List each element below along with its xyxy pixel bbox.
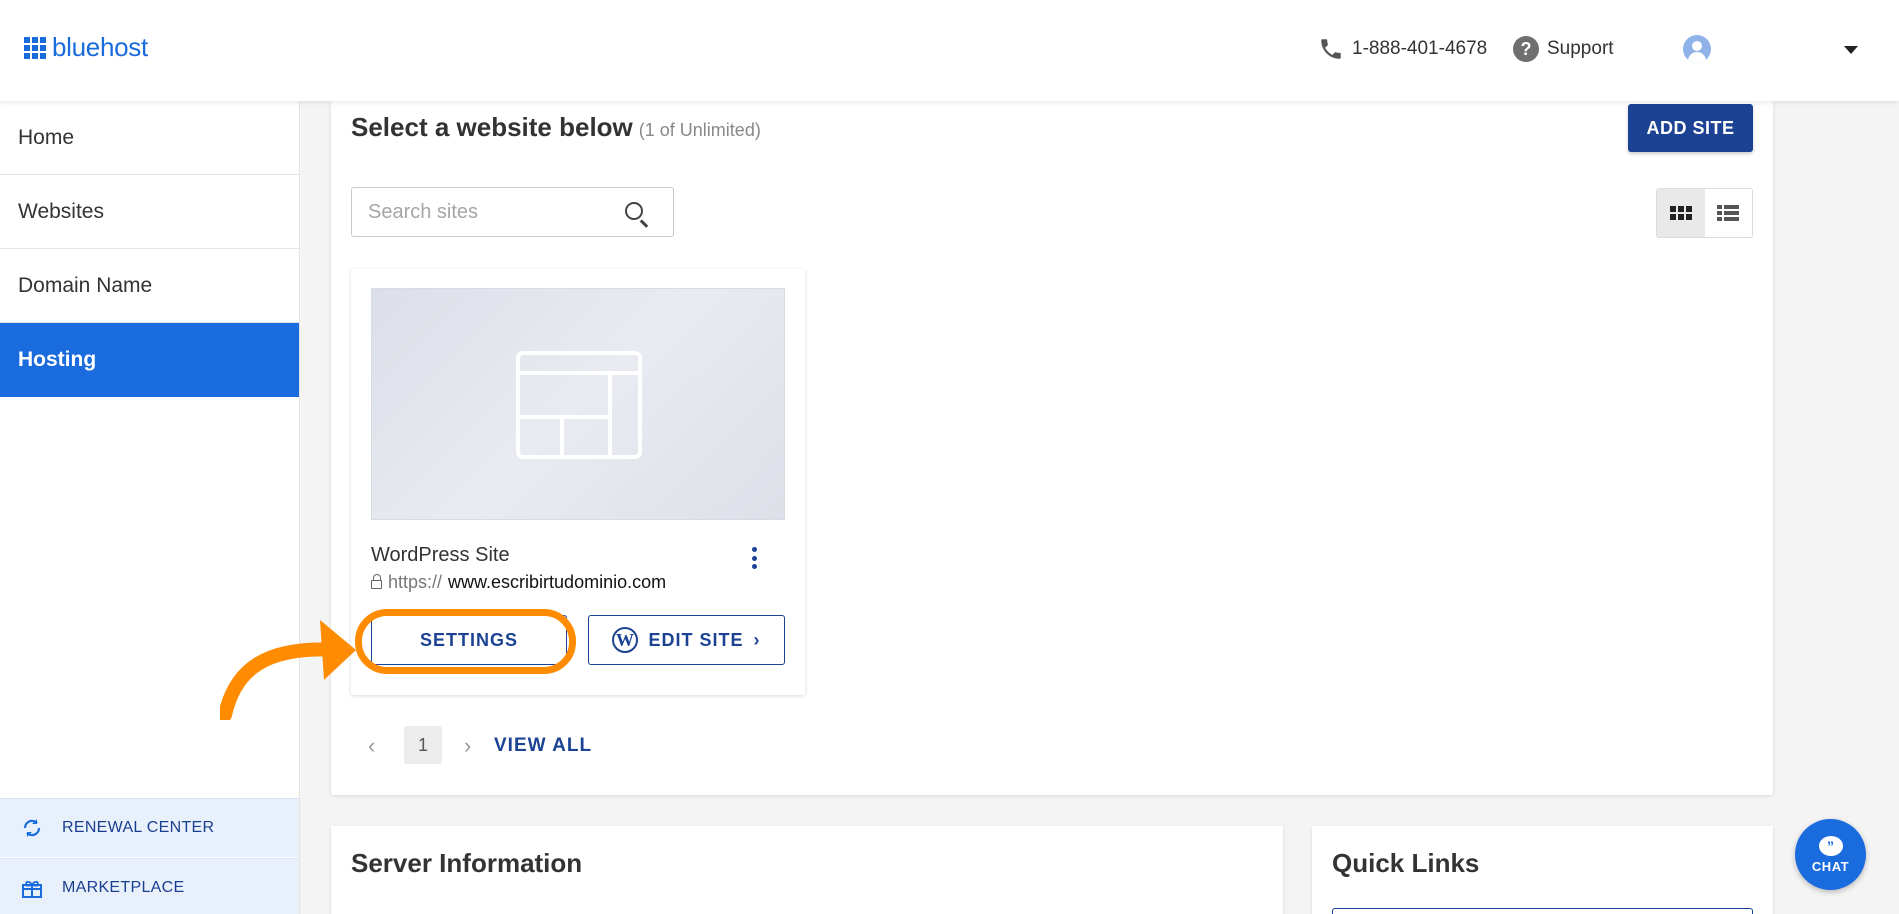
site-name: WordPress Site [371, 544, 510, 566]
refresh-icon [23, 819, 41, 837]
wordpress-icon: W [612, 627, 639, 653]
view-all-link[interactable]: VIEW ALL [494, 735, 592, 757]
site-thumbnail[interactable] [371, 288, 785, 520]
sidebar-item-hosting[interactable]: Hosting [0, 323, 299, 397]
search-icon[interactable] [625, 202, 643, 220]
site-count: (1 of Unlimited) [638, 120, 761, 140]
prev-page-icon[interactable]: ‹ [368, 733, 375, 759]
account-dropdown-icon[interactable] [1844, 46, 1858, 54]
next-page-icon[interactable]: › [464, 733, 471, 759]
search-input[interactable]: Search sites [368, 201, 478, 224]
help-icon: ? [1513, 36, 1539, 62]
page-title-text: Select a website below [351, 112, 633, 142]
grid-view-button[interactable] [1657, 189, 1705, 237]
support-label: Support [1547, 38, 1614, 59]
chat-bubble-icon: ” [1818, 835, 1843, 856]
chat-label: CHAT [1811, 858, 1850, 874]
search-sites-field[interactable]: Search sites [351, 187, 674, 237]
sidebar-item-home[interactable]: Home [0, 101, 299, 175]
logo-text: bluehost [52, 32, 148, 62]
chat-button[interactable]: ” CHAT [1795, 819, 1866, 890]
quick-links-panel: Quick Links [1312, 826, 1773, 914]
top-header: bluehost 1-888-401-4678 ? Support [0, 0, 1899, 101]
support-link[interactable]: ? Support [1513, 36, 1614, 62]
logo-grid-icon [24, 36, 46, 59]
sidebar: Home Websites Domain Name Hosting RENEWA… [0, 101, 300, 914]
url-protocol: https:// [388, 572, 443, 592]
add-site-button[interactable]: ADD SITE [1628, 104, 1753, 152]
phone-number: 1-888-401-4678 [1352, 38, 1488, 59]
layout-placeholder-icon [516, 351, 642, 459]
page-number[interactable]: 1 [404, 726, 442, 764]
lock-icon [371, 574, 382, 589]
chevron-right-icon: › [753, 629, 761, 650]
edit-site-label: EDIT SITE [648, 629, 744, 650]
grid-icon [1669, 206, 1692, 220]
site-url[interactable]: https:// www.escribirtudominio.com [371, 572, 666, 593]
server-information-panel: Server Information [331, 826, 1283, 914]
server-information-title: Server Information [351, 848, 583, 878]
renewal-center-link[interactable]: RENEWAL CENTER [0, 798, 299, 857]
marketplace-label: MARKETPLACE [62, 879, 185, 896]
url-host: www.escribirtudominio.com [448, 572, 667, 592]
phone-link[interactable]: 1-888-401-4678 [1318, 36, 1487, 62]
sidebar-item-websites[interactable]: Websites [0, 175, 299, 249]
user-avatar[interactable] [1683, 35, 1711, 63]
list-view-button[interactable] [1705, 189, 1753, 237]
renewal-center-label: RENEWAL CENTER [62, 819, 215, 836]
gift-icon [22, 880, 42, 898]
bluehost-logo[interactable]: bluehost [24, 32, 148, 63]
sidebar-item-domain-name[interactable]: Domain Name [0, 249, 299, 323]
quick-link-button[interactable] [1332, 908, 1753, 914]
page-title: Select a website below (1 of Unlimited) [351, 112, 761, 143]
marketplace-link[interactable]: MARKETPLACE [0, 858, 299, 914]
pointer-arrow-annotation [220, 620, 356, 720]
quick-links-title: Quick Links [1332, 848, 1480, 878]
list-icon [1717, 205, 1740, 221]
more-options-icon[interactable] [752, 547, 758, 569]
view-toggle [1656, 188, 1753, 238]
edit-site-button[interactable]: W EDIT SITE › [588, 615, 785, 665]
settings-button[interactable]: SETTINGS [371, 615, 567, 665]
phone-icon [1321, 39, 1341, 59]
